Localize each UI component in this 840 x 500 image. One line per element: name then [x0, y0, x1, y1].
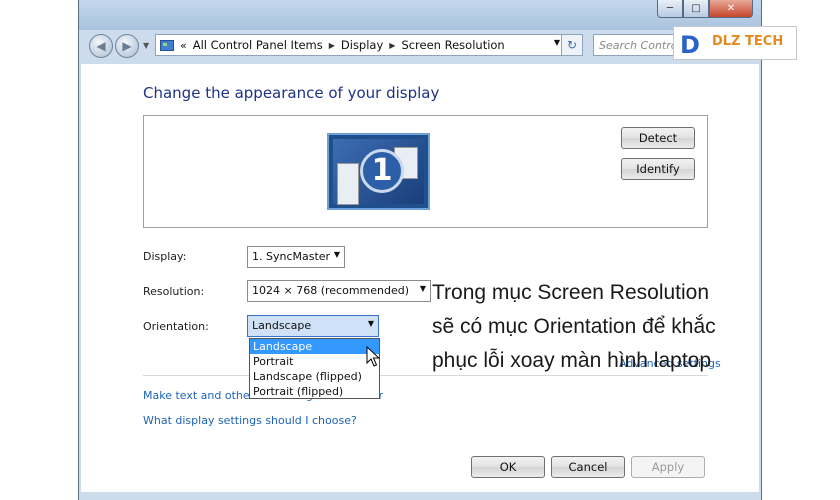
breadcrumb-display[interactable]: Display [341, 38, 383, 52]
address-bar[interactable]: « All Control Panel Items ▶ Display ▶ Sc… [155, 34, 567, 56]
orientation-select[interactable]: Landscape ▼ [247, 315, 379, 337]
chevron-right-icon[interactable]: ▶ [329, 41, 335, 50]
title-bar[interactable]: ─ □ ✕ [79, 0, 761, 30]
caption-line: phục lỗi xoay màn hình laptop [432, 349, 712, 372]
control-panel-icon [160, 39, 174, 51]
monitor-number: 1 [360, 149, 404, 193]
apply-button[interactable]: Apply [631, 456, 705, 478]
window-thumbnail [337, 163, 359, 205]
orientation-label: Orientation: [143, 320, 209, 333]
detect-button[interactable]: Detect [621, 127, 695, 149]
back-button[interactable]: ◀ [89, 34, 113, 58]
resolution-label: Resolution: [143, 285, 205, 298]
orientation-option-landscape-flipped[interactable]: Landscape (flipped) [250, 369, 379, 384]
minimize-icon[interactable]: ─ [657, 0, 683, 18]
dlz-tech-logo: D DLZ TECH [673, 26, 797, 60]
chevron-right-icon[interactable]: ▶ [389, 41, 395, 50]
mouse-cursor-icon [366, 346, 380, 367]
cancel-button[interactable]: Cancel [551, 456, 625, 478]
chevron-down-icon: ▼ [333, 250, 340, 259]
display-select-value: 1. SyncMaster [252, 250, 331, 263]
ok-button[interactable]: OK [471, 456, 545, 478]
forward-button[interactable]: ▶ [115, 34, 139, 58]
logo-mark: D [680, 31, 700, 59]
caption-buttons: ─ □ ✕ [657, 0, 753, 18]
breadcrumb-overflow[interactable]: « [180, 39, 187, 52]
refresh-icon[interactable]: ↻ [561, 34, 583, 56]
navigation-bar: ◀ ▶ ▼ « All Control Panel Items ▶ Displa… [79, 28, 761, 62]
chevron-down-icon: ▼ [367, 319, 374, 328]
caption-line: Trong mục Screen Resolution [432, 281, 710, 304]
orientation-dropdown-list: Landscape Portrait Landscape (flipped) P… [249, 338, 380, 399]
monitor-preview-area: 1 Detect Identify [143, 115, 708, 228]
breadcrumb-all-control-panel-items[interactable]: All Control Panel Items [193, 38, 323, 52]
maximize-icon[interactable]: □ [683, 0, 709, 18]
display-select[interactable]: 1. SyncMaster ▼ [247, 246, 345, 268]
identify-button[interactable]: Identify [621, 158, 695, 180]
orientation-option-landscape[interactable]: Landscape [250, 339, 379, 354]
orientation-option-portrait[interactable]: Portrait [250, 354, 379, 369]
recent-pages-dropdown[interactable]: ▼ [143, 41, 149, 50]
close-icon[interactable]: ✕ [709, 0, 753, 18]
monitor-screen: 1 [333, 139, 424, 205]
screen-resolution-window: ─ □ ✕ ◀ ▶ ▼ « All Control Panel Items ▶ … [78, 0, 762, 500]
logo-text: DLZ TECH [712, 34, 784, 49]
display-settings-help-link[interactable]: What display settings should I choose? [143, 414, 357, 427]
monitor-icon[interactable]: 1 [327, 133, 430, 210]
breadcrumb-screen-resolution[interactable]: Screen Resolution [401, 38, 504, 52]
annotation-caption: Trong mục Screen Resolution sẽ có mục Or… [432, 276, 762, 378]
orientation-option-portrait-flipped[interactable]: Portrait (flipped) [250, 384, 379, 399]
display-label: Display: [143, 250, 187, 263]
orientation-select-value: Landscape [252, 319, 312, 332]
chevron-down-icon: ▼ [419, 284, 426, 293]
caption-line: sẽ có mục Orientation để khắc [432, 315, 716, 338]
resolution-select[interactable]: 1024 × 768 (recommended) ▼ [247, 280, 431, 302]
page-title: Change the appearance of your display [143, 84, 440, 102]
resolution-select-value: 1024 × 768 (recommended) [252, 284, 410, 297]
address-dropdown-icon[interactable]: ▼ [554, 38, 560, 47]
